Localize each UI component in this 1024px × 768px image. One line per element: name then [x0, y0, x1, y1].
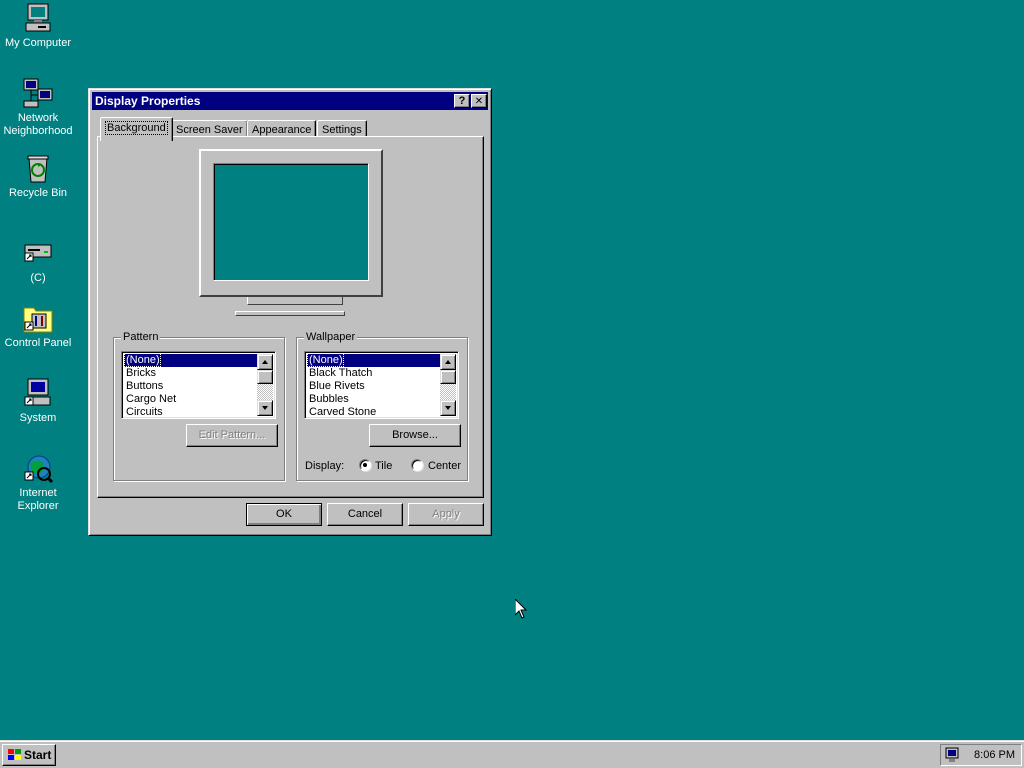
- desktop-icon-control-panel[interactable]: Control Panel: [0, 302, 76, 350]
- desktop-icon-internet-explorer[interactable]: Internet Explorer: [0, 452, 76, 513]
- arrow-down-icon: [445, 406, 451, 410]
- list-item[interactable]: Blue Rivets: [307, 380, 440, 393]
- scroll-thumb[interactable]: [257, 370, 273, 384]
- desktop-icon-network-neighborhood[interactable]: Network Neighborhood: [0, 77, 76, 138]
- wallpaper-legend-text: Wallpaper: [306, 331, 356, 343]
- desktop-icon-label: Neighborhood: [3, 125, 73, 137]
- list-item-text: (None): [124, 354, 161, 367]
- list-item[interactable]: Cargo Net: [124, 393, 257, 406]
- tab-label: Appearance: [252, 124, 312, 136]
- cancel-label: Cancel: [347, 508, 383, 520]
- arrow-down-icon: [262, 406, 268, 410]
- apply-button[interactable]: Apply: [408, 503, 484, 526]
- edit-pattern-button[interactable]: Edit Pattern...: [186, 424, 278, 447]
- background-tab-panel: Pattern (None) Bricks Buttons Cargo Net …: [97, 136, 484, 498]
- help-button[interactable]: ?: [454, 94, 470, 108]
- cancel-button[interactable]: Cancel: [327, 503, 403, 526]
- desktop-icon-system[interactable]: System: [0, 377, 76, 425]
- close-button[interactable]: ✕: [471, 94, 487, 108]
- browse-button[interactable]: Browse...: [369, 424, 461, 447]
- dialog-title-bar[interactable]: Display Properties ? ✕: [92, 92, 488, 110]
- help-icon: ?: [458, 95, 466, 107]
- pattern-groupbox: Pattern (None) Bricks Buttons Cargo Net …: [113, 331, 285, 481]
- windows-logo-icon: [7, 748, 22, 762]
- desktop-icon-my-computer[interactable]: My Computer: [0, 2, 76, 50]
- wallpaper-listbox[interactable]: (None) Black Thatch Blue Rivets Bubbles …: [304, 351, 459, 419]
- pattern-listbox[interactable]: (None) Bricks Buttons Cargo Net Circuits: [121, 351, 276, 419]
- list-item[interactable]: (None): [124, 354, 257, 367]
- tab-label: Screen Saver: [176, 124, 243, 136]
- monitor-preview-screen: [213, 163, 369, 281]
- desktop-icon-label: System: [19, 412, 57, 424]
- my-computer-icon: [22, 2, 54, 34]
- monitor-stand-neck: [247, 297, 343, 305]
- pattern-legend: Pattern: [121, 331, 161, 343]
- arrow-up-icon: [262, 360, 268, 364]
- ok-label: OK: [276, 508, 292, 520]
- wallpaper-groupbox: Wallpaper (None) Black Thatch Blue Rivet…: [296, 331, 468, 481]
- tile-label[interactable]: Tile: [375, 460, 392, 472]
- scroll-up-button[interactable]: [257, 354, 273, 370]
- system-icon: [22, 377, 54, 409]
- desktop-icon-label: Explorer: [17, 500, 59, 512]
- scroll-thumb[interactable]: [440, 370, 456, 384]
- list-item[interactable]: Bricks: [124, 367, 257, 380]
- mouse-cursor-icon: [514, 597, 528, 619]
- tile-radio[interactable]: [359, 459, 371, 471]
- scroll-up-button[interactable]: [440, 354, 456, 370]
- arrow-up-icon: [445, 360, 451, 364]
- dialog-title: Display Properties: [95, 94, 201, 108]
- list-item[interactable]: Buttons: [124, 380, 257, 393]
- desktop-icon-label: My Computer: [4, 37, 72, 49]
- radio-dot: [363, 463, 367, 467]
- network-neighborhood-icon: [22, 77, 54, 109]
- drive-shortcut-icon: [22, 237, 54, 269]
- list-item[interactable]: Carved Stone: [307, 406, 440, 416]
- center-label[interactable]: Center: [428, 460, 461, 472]
- desktop-icon-recycle-bin[interactable]: Recycle Bin: [0, 152, 76, 200]
- pattern-legend-text: Pattern: [123, 331, 159, 343]
- display-settings-tray-icon[interactable]: [944, 747, 960, 763]
- control-panel-icon: [22, 302, 54, 334]
- desktop-icon-label: Network: [17, 112, 59, 124]
- center-radio[interactable]: [411, 459, 423, 471]
- list-item[interactable]: (None): [307, 354, 440, 367]
- wallpaper-scrollbar[interactable]: [440, 354, 456, 416]
- close-icon: ✕: [474, 96, 484, 107]
- display-properties-dialog: Display Properties ? ✕ Background Screen…: [88, 88, 492, 536]
- apply-label: Apply: [432, 508, 460, 520]
- edit-pattern-label: Edit Pattern...: [198, 429, 266, 441]
- wallpaper-legend: Wallpaper: [304, 331, 358, 343]
- desktop-icon-label: (C): [30, 272, 46, 284]
- monitor-preview: [199, 149, 383, 297]
- list-item[interactable]: Black Thatch: [307, 367, 440, 380]
- pattern-scrollbar[interactable]: [257, 354, 273, 416]
- tab-label: Background: [105, 121, 168, 135]
- display-label: Display:: [305, 460, 345, 472]
- tab-label: Settings: [322, 124, 362, 136]
- desktop-icon-label: Recycle Bin: [8, 187, 68, 199]
- internet-explorer-icon: [22, 452, 54, 484]
- desktop-icon-label: Control Panel: [4, 337, 72, 349]
- start-label: Start: [24, 748, 52, 762]
- tab-background[interactable]: Background: [100, 117, 173, 141]
- list-item[interactable]: Circuits: [124, 406, 257, 416]
- list-item[interactable]: Bubbles: [307, 393, 440, 406]
- ok-button[interactable]: OK: [246, 503, 322, 526]
- taskbar-clock[interactable]: 8:06 PM: [974, 749, 1015, 761]
- desktop-icon-label: Internet: [19, 487, 57, 499]
- desktop-icon-drive-c[interactable]: (C): [0, 237, 76, 285]
- monitor-stand-base: [235, 311, 345, 316]
- start-button[interactable]: Start: [2, 744, 56, 766]
- system-tray: 8:06 PM: [940, 744, 1022, 766]
- scroll-down-button[interactable]: [257, 400, 273, 416]
- browse-label: Browse...: [392, 429, 438, 441]
- scroll-down-button[interactable]: [440, 400, 456, 416]
- taskbar: Start 8:06 PM: [0, 740, 1024, 768]
- list-item-text: (None): [307, 354, 344, 367]
- recycle-bin-icon: [22, 152, 54, 184]
